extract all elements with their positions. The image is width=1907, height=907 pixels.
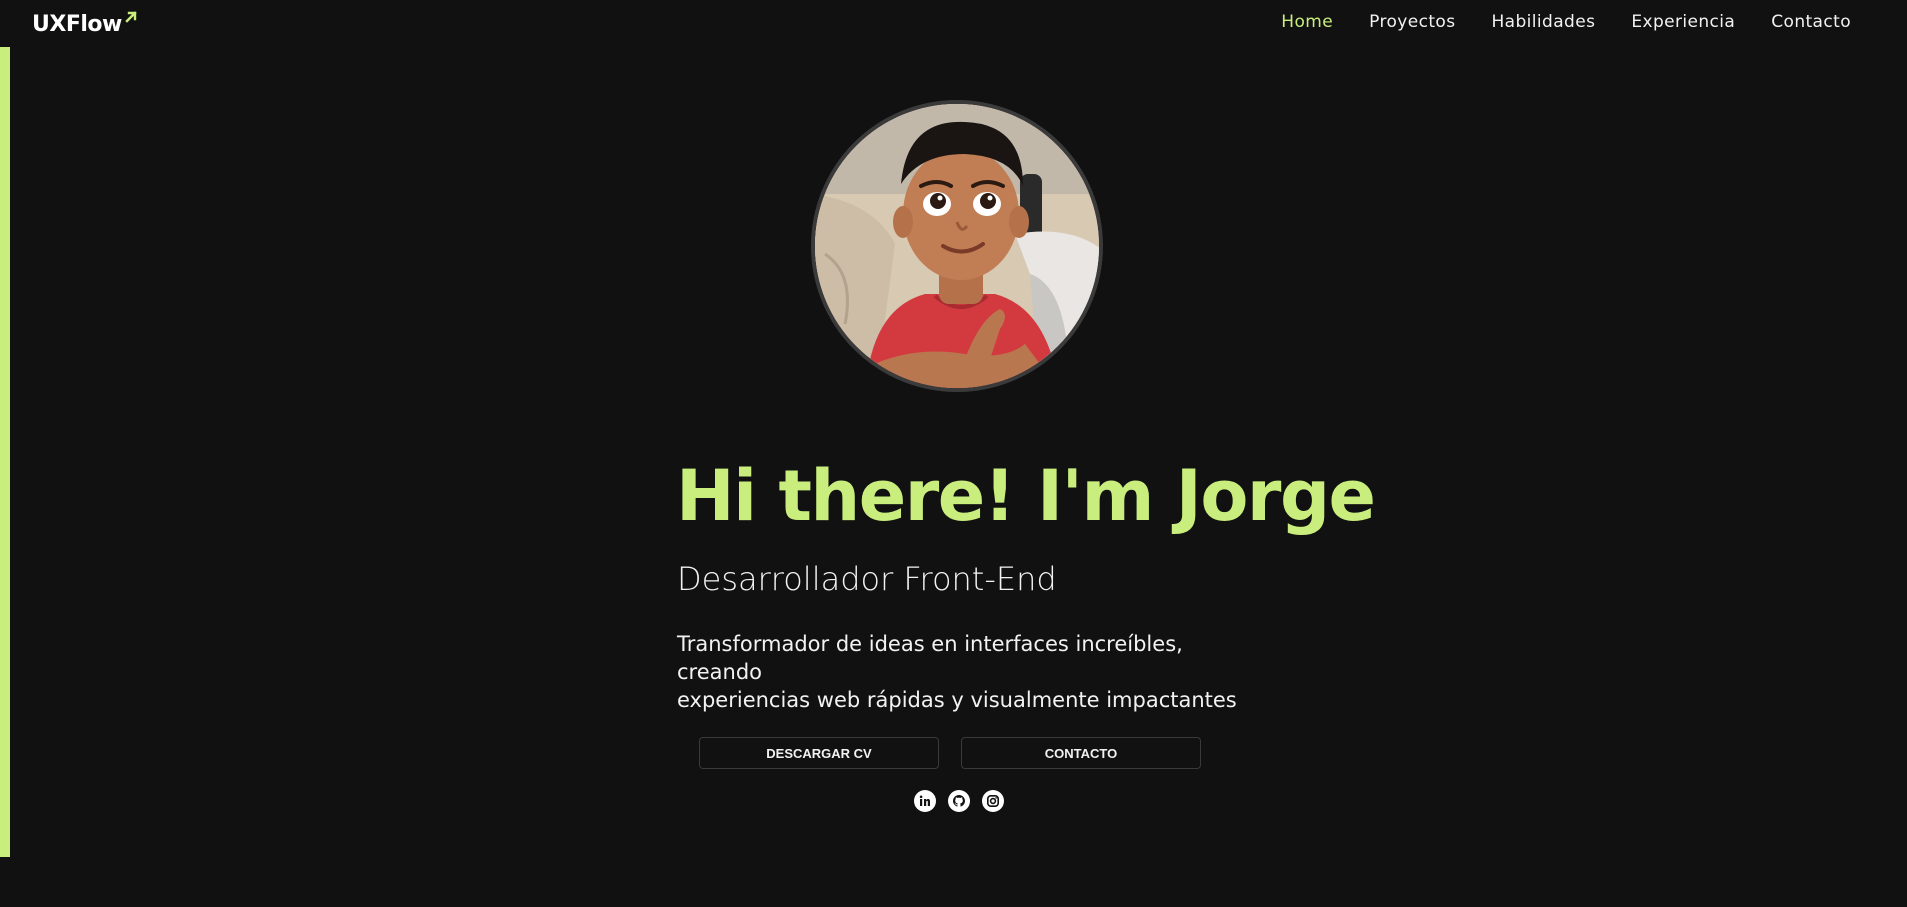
profile-avatar: [811, 100, 1103, 392]
hero-tagline: Transformador de ideas en interfaces inc…: [677, 630, 1257, 714]
left-accent-bar: [0, 47, 10, 857]
logo-text: UXFlow: [32, 12, 122, 37]
nav-experiencia[interactable]: Experiencia: [1631, 12, 1735, 32]
instagram-icon: [986, 794, 999, 807]
linkedin-link[interactable]: [914, 790, 936, 812]
tagline-line-2: experiencias web rápidas y visualmente i…: [677, 688, 1237, 712]
download-cv-button[interactable]: DESCARGAR CV: [699, 737, 939, 769]
avatar-illustration: [815, 104, 1099, 388]
main-nav: Home Proyectos Habilidades Experiencia C…: [1245, 12, 1851, 32]
social-links: [914, 790, 1004, 812]
nav-proyectos[interactable]: Proyectos: [1369, 12, 1455, 32]
nav-habilidades[interactable]: Habilidades: [1491, 12, 1595, 32]
nav-home[interactable]: Home: [1281, 12, 1333, 32]
logo-arrow-icon: [125, 11, 137, 23]
github-icon: [953, 795, 965, 807]
instagram-link[interactable]: [982, 790, 1004, 812]
logo[interactable]: UXFlow: [32, 11, 138, 37]
linkedin-icon: [919, 795, 930, 806]
tagline-line-1: Transformador de ideas en interfaces inc…: [677, 632, 1183, 684]
hero-role: Desarrollador Front-End: [677, 560, 1057, 598]
hero-greeting: Hi there! I'm Jorge: [676, 455, 1376, 537]
github-link[interactable]: [948, 790, 970, 812]
nav-contacto[interactable]: Contacto: [1771, 12, 1851, 32]
contact-button[interactable]: CONTACTO: [961, 737, 1201, 769]
